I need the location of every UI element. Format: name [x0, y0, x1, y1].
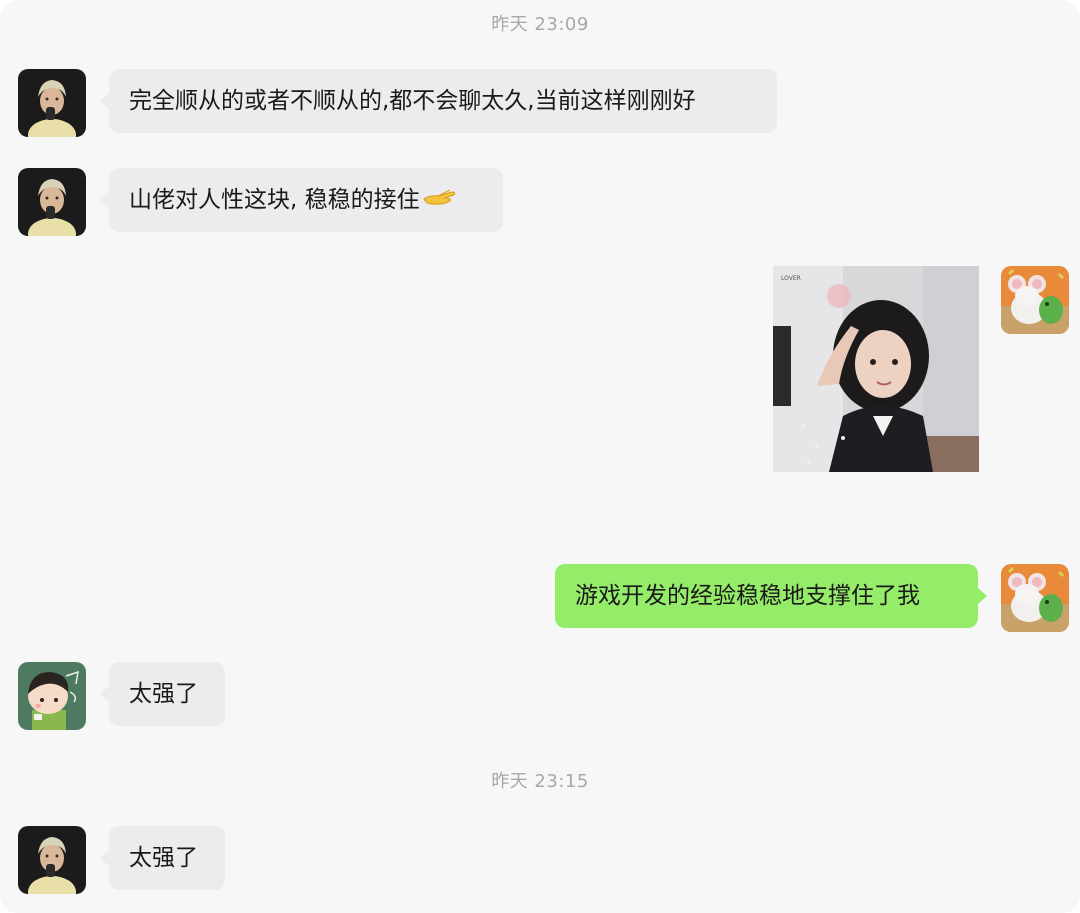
message-text: 游戏开发的经验稳稳地支撑住了我 [575, 583, 920, 609]
photo-caption: LOVER [781, 275, 801, 282]
friend-avatar[interactable] [18, 69, 86, 137]
friend2-avatar[interactable] [18, 662, 86, 730]
my-avatar[interactable] [1001, 564, 1069, 632]
friend-avatar[interactable] [18, 168, 86, 236]
timestamp: 昨天 23:15 [491, 771, 589, 792]
my-avatar[interactable] [1001, 266, 1069, 334]
sent-photo[interactable]: LOVER [773, 266, 979, 472]
message-text: 山佬对人性这块, 稳稳的接住 [129, 187, 420, 213]
timestamp: 昨天 23:09 [491, 14, 589, 35]
message-bubble[interactable]: 完全顺从的或者不顺从的,都不会聊太久,当前这样刚刚好 [100, 69, 777, 133]
message-text: 太强了 [129, 681, 198, 707]
message-bubble[interactable]: 山佬对人性这块, 稳稳的接住 [100, 168, 503, 233]
palm-up-hand-icon [422, 169, 456, 233]
chat-window: 昨天 23:09 完全顺从的或者不顺从的,都不会聊太久,当前这样刚刚好 山佬对人… [0, 0, 1080, 913]
message-bubble[interactable]: 太强了 [100, 662, 225, 726]
message-bubble-outgoing[interactable]: 游戏开发的经验稳稳地支撑住了我 [555, 564, 987, 628]
friend-avatar[interactable] [18, 826, 86, 894]
message-bubble[interactable]: 太强了 [100, 826, 225, 890]
message-text: 完全顺从的或者不顺从的,都不会聊太久,当前这样刚刚好 [129, 88, 696, 114]
message-text: 太强了 [129, 845, 198, 871]
